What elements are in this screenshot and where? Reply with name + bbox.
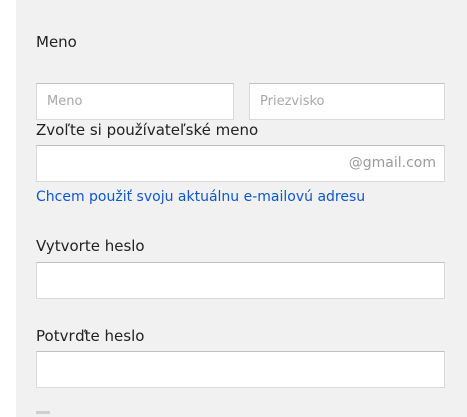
create-password-label: Vytvorte heslo bbox=[36, 237, 145, 255]
last-name-input[interactable] bbox=[250, 84, 444, 119]
username-input[interactable] bbox=[37, 146, 444, 181]
confirm-password-field[interactable] bbox=[36, 351, 445, 388]
username-label: Zvoľte si používateľské meno bbox=[36, 121, 259, 139]
create-password-input[interactable] bbox=[37, 263, 444, 298]
next-field-label-cut-off bbox=[36, 408, 56, 417]
last-name-field[interactable] bbox=[249, 83, 445, 120]
confirm-password-label: Potvrďte heslo bbox=[36, 327, 145, 345]
confirm-password-input[interactable] bbox=[37, 352, 444, 387]
first-name-input[interactable] bbox=[37, 84, 233, 119]
first-name-field[interactable] bbox=[36, 83, 234, 120]
create-password-field[interactable] bbox=[36, 262, 445, 299]
name-label: Meno bbox=[36, 33, 77, 51]
use-current-email-link[interactable]: Chcem použiť svoju aktuálnu e-mailovú ad… bbox=[36, 189, 365, 205]
page-left-margin bbox=[0, 0, 16, 417]
username-field[interactable]: @gmail.com bbox=[36, 145, 445, 182]
